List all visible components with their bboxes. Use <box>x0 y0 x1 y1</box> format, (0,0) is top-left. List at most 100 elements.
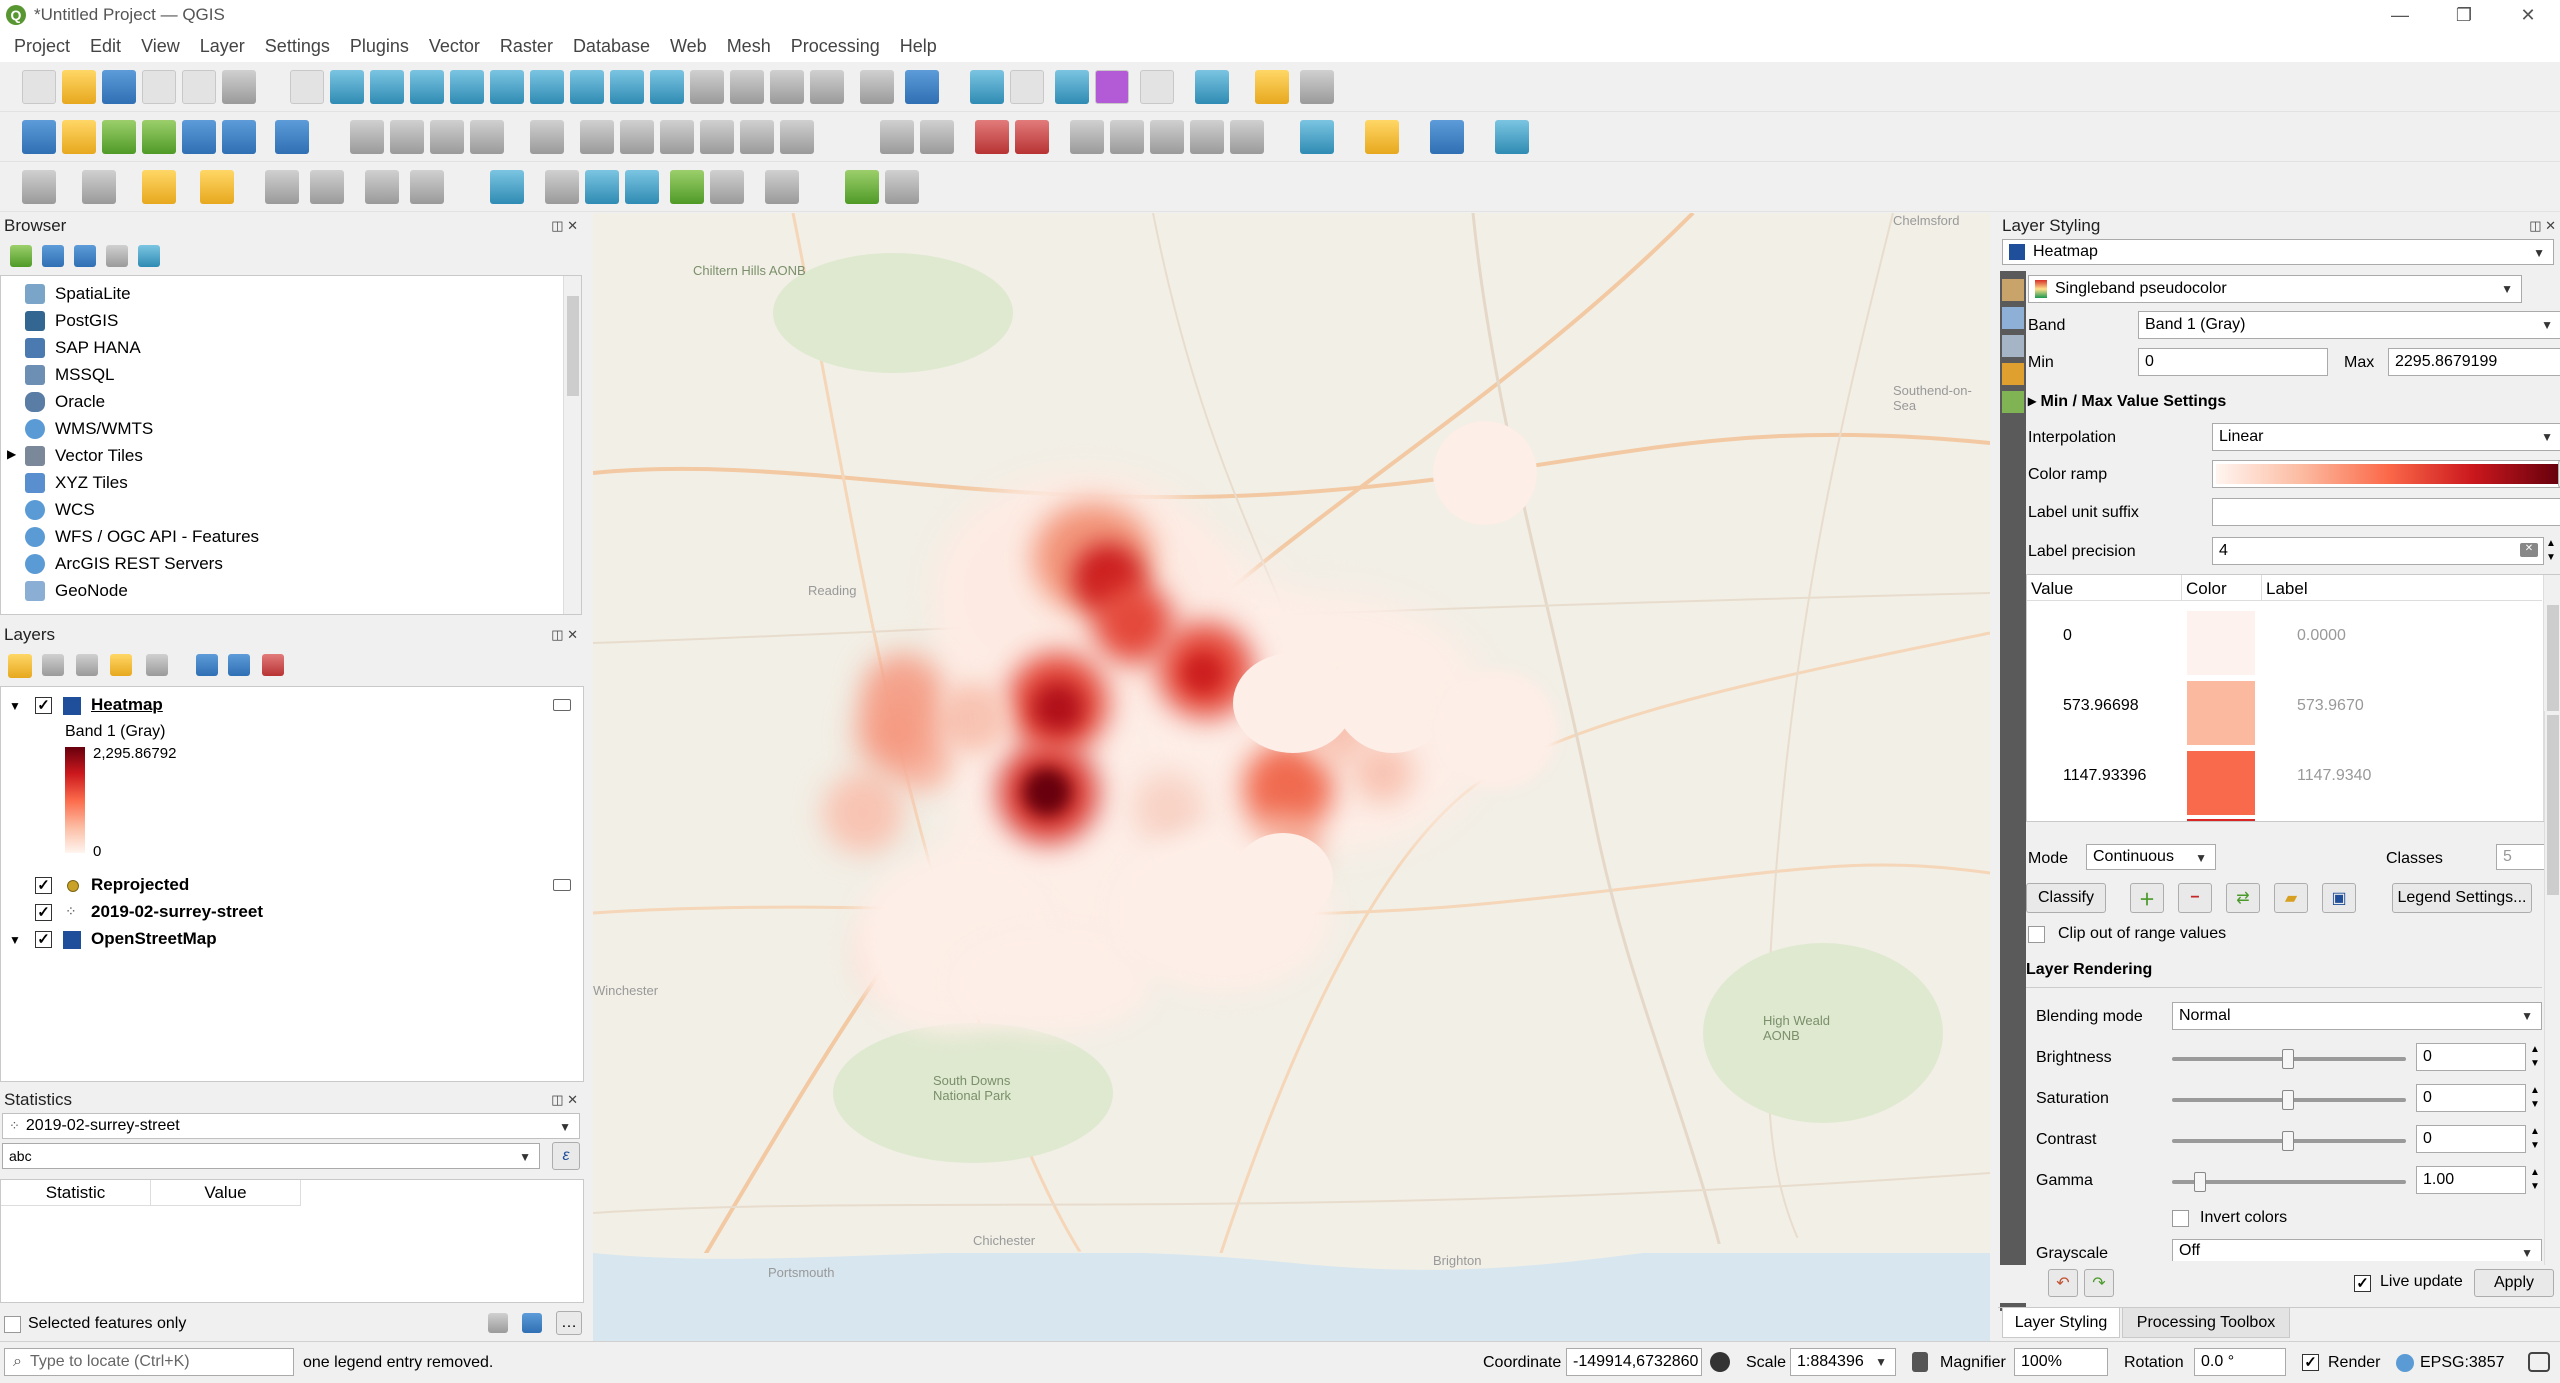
paste-features-icon[interactable] <box>700 120 734 154</box>
collapse-all-icon[interactable] <box>106 245 128 267</box>
browser-item-arcgis[interactable]: ArcGIS REST Servers <box>25 550 223 577</box>
layer-indicator-icon[interactable] <box>553 879 571 891</box>
contrast-spinbox[interactable]: 0 <box>2416 1125 2526 1153</box>
text-tool-icon[interactable] <box>765 170 799 204</box>
tab-processing-toolbox[interactable]: Processing Toolbox <box>2122 1308 2290 1338</box>
add-wms-icon[interactable] <box>275 120 309 154</box>
filter-by-expression-icon[interactable] <box>146 654 168 676</box>
renderer-type-combo[interactable]: Singleband pseudocolor ▼ <box>2028 275 2522 303</box>
live-update-checkbox[interactable]: ✓ <box>2354 1275 2371 1292</box>
zoom-full-icon[interactable] <box>450 70 484 104</box>
spin-arrows-icon[interactable]: ▲ ▼ <box>2530 1166 2540 1194</box>
deselect-features-icon[interactable] <box>142 170 176 204</box>
highlight-pinned-labels-icon[interactable] <box>975 120 1009 154</box>
browser-item-oracle[interactable]: Oracle <box>25 388 105 415</box>
statistics-layer-combo[interactable]: ⁘ 2019-02-surrey-street ▼ <box>2 1113 580 1139</box>
rotation-spinbox[interactable]: 0.0 ° <box>2194 1348 2286 1376</box>
minmax-settings-toggle[interactable]: ▸ Min / Max Value Settings <box>2028 391 2226 411</box>
classify-button[interactable]: Classify <box>2026 883 2106 913</box>
add-spatialite-icon[interactable] <box>222 120 256 154</box>
column-value[interactable]: Value <box>2027 575 2182 601</box>
filter-legend-icon[interactable] <box>110 654 132 676</box>
locator-search[interactable]: ⌕ Type to locate (Ctrl+K) <box>4 1348 294 1376</box>
statistics-field-combo[interactable]: abc ▼ <box>2 1143 540 1169</box>
remove-class-button[interactable]: − <box>2178 883 2212 913</box>
styling-panel-controls[interactable]: ◫ ✕ <box>2529 218 2556 234</box>
zoom-layer-icon[interactable] <box>530 70 564 104</box>
redo-icon[interactable] <box>780 120 814 154</box>
labeling-toolbar-icon[interactable] <box>880 120 914 154</box>
undo-style-icon[interactable]: ↶ <box>2048 1269 2078 1297</box>
style-manager-icon[interactable] <box>222 70 256 104</box>
browser-item-sap-hana[interactable]: SAP HANA <box>25 334 141 361</box>
properties-icon[interactable] <box>138 245 160 267</box>
class-label-2[interactable]: 1147.9340 <box>2297 767 2371 785</box>
browser-scrollbar[interactable] <box>563 276 581 614</box>
class-color-2[interactable] <box>2187 751 2255 815</box>
collapse-arrow-icon[interactable]: ▼ <box>9 933 21 947</box>
menu-web[interactable]: Web <box>660 36 717 57</box>
layer-heatmap[interactable]: Heatmap <box>91 695 163 715</box>
close-window-button[interactable]: ✕ <box>2496 0 2560 30</box>
layer-diagram-icon[interactable] <box>920 120 954 154</box>
zoom-selection-icon[interactable] <box>490 70 524 104</box>
max-input[interactable]: 2295.8679199 <box>2388 348 2560 376</box>
data-source-manager-icon[interactable] <box>22 120 56 154</box>
styling-layer-combo[interactable]: Heatmap ▼ <box>2002 239 2554 265</box>
reverse-order-icon[interactable]: ⇄ <box>2226 883 2260 913</box>
gamma-slider-knob[interactable] <box>2194 1172 2206 1192</box>
layer-reprojected[interactable]: Reprojected <box>91 875 189 895</box>
spin-arrows-icon[interactable]: ▲ ▼ <box>2530 1043 2540 1071</box>
tab-layer-styling[interactable]: Layer Styling <box>2002 1308 2120 1338</box>
new-geopackage-layer-icon[interactable] <box>62 120 96 154</box>
browser-item-wcs[interactable]: WCS <box>25 496 95 523</box>
delete-selected-icon[interactable] <box>580 120 614 154</box>
menu-mesh[interactable]: Mesh <box>717 36 781 57</box>
annotation-text-icon[interactable] <box>490 170 524 204</box>
column-statistic[interactable]: Statistic <box>1 1180 151 1206</box>
reprojected-visibility-checkbox[interactable]: ✓ <box>35 877 52 894</box>
blending-mode-combo[interactable]: Normal ▼ <box>2172 1002 2542 1030</box>
saturation-slider-knob[interactable] <box>2282 1090 2294 1110</box>
measure-icon[interactable] <box>1140 70 1174 104</box>
processing-toolbox-icon[interactable] <box>1055 70 1089 104</box>
new-3d-view-icon[interactable] <box>730 70 764 104</box>
paint-brush-icon[interactable] <box>2002 279 2024 301</box>
quickmapservices-icon[interactable] <box>1300 120 1334 154</box>
saturation-spinbox[interactable]: 0 <box>2416 1084 2526 1112</box>
create-text-annotation-icon[interactable] <box>710 170 744 204</box>
pan-to-selection-icon[interactable] <box>330 70 364 104</box>
expand-arrow-icon[interactable]: ▶ <box>7 447 16 461</box>
grayscale-combo[interactable]: Off ▼ <box>2172 1239 2542 1261</box>
clip-range-checkbox[interactable] <box>2028 926 2045 943</box>
menu-settings[interactable]: Settings <box>255 36 340 57</box>
filter-icon[interactable] <box>74 245 96 267</box>
add-group-icon[interactable] <box>42 654 64 676</box>
scale-combo[interactable]: 1:884396 ▼ <box>1790 1348 1896 1376</box>
spin-arrows-icon[interactable]: ▲ ▼ <box>2530 1084 2540 1112</box>
georeferencer-icon[interactable] <box>845 170 879 204</box>
class-label-0[interactable]: 0.0000 <box>2297 627 2346 645</box>
column-label[interactable]: Label <box>2262 575 2542 601</box>
column-value[interactable]: Value <box>151 1180 301 1206</box>
coordinate-input[interactable]: -149914,6732860 <box>1566 1348 1702 1376</box>
brightness-spinbox[interactable]: 0 <box>2416 1043 2526 1071</box>
add-feature-icon[interactable] <box>470 120 504 154</box>
create-polygon-annotation-icon[interactable] <box>585 170 619 204</box>
browser-item-xyz-tiles[interactable]: XYZ Tiles <box>25 469 128 496</box>
create-line-annotation-icon[interactable] <box>625 170 659 204</box>
collapse-all-layers-icon[interactable] <box>228 654 250 676</box>
load-color-map-icon[interactable]: ▰ <box>2274 883 2308 913</box>
menu-view[interactable]: View <box>131 36 190 57</box>
zoom-native-icon[interactable] <box>570 70 604 104</box>
lock-scale-icon[interactable] <box>1912 1352 1928 1372</box>
heatmap-visibility-checkbox[interactable]: ✓ <box>35 697 52 714</box>
color-ramp-button[interactable] <box>2212 460 2560 488</box>
browser-item-spatialite[interactable]: SpatiaLite <box>25 280 131 307</box>
legend-settings-button[interactable]: Legend Settings... <box>2392 883 2532 913</box>
add-vector-layer-icon[interactable] <box>102 120 136 154</box>
style-options-scrollbar[interactable] <box>2544 711 2560 1265</box>
bookmark-icon[interactable] <box>770 70 804 104</box>
copy-statistics-icon[interactable] <box>488 1313 508 1333</box>
menu-edit[interactable]: Edit <box>80 36 131 57</box>
